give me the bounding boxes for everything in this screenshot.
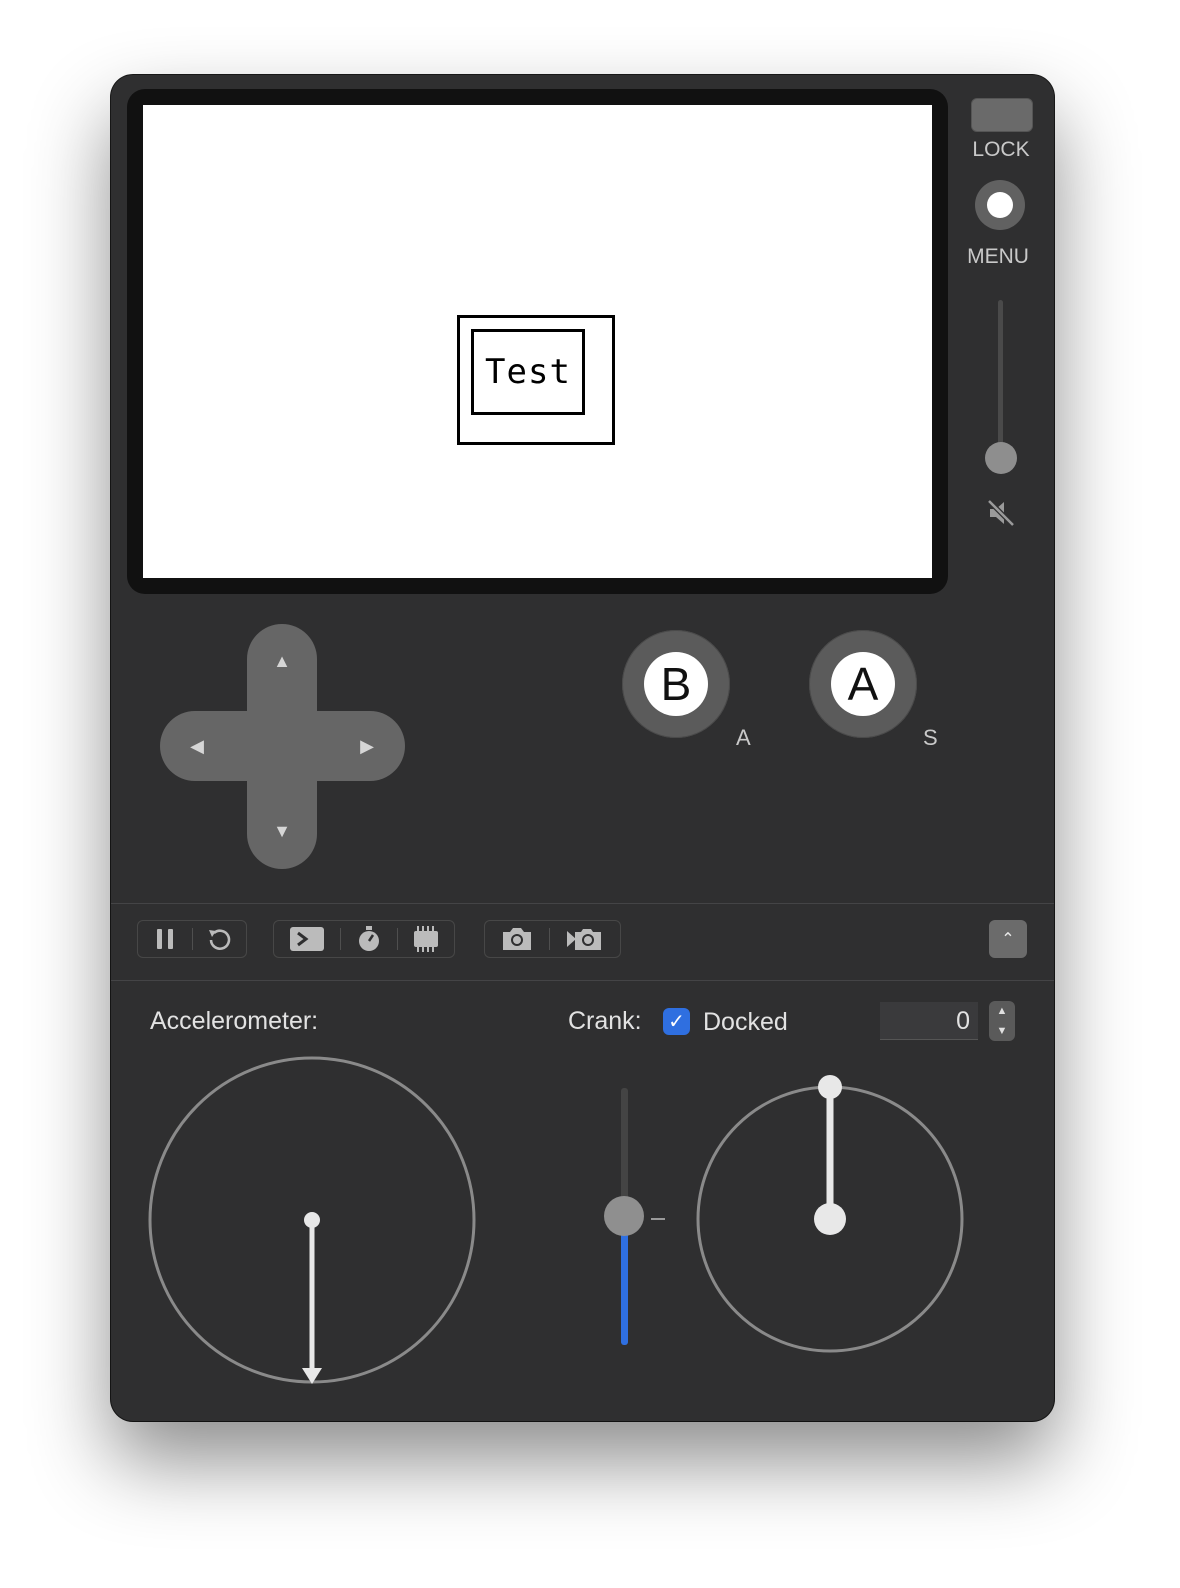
crank-dial[interactable] (696, 1075, 964, 1353)
simulator-window: Test LOCK MENU ▲ ▼ ◀ ▶ B A A S ⌃ Acceler… (111, 75, 1054, 1421)
controls-canvas (148, 1056, 964, 1384)
accelerometer-control[interactable] (148, 1056, 476, 1384)
crank-slider[interactable] (604, 1088, 665, 1345)
